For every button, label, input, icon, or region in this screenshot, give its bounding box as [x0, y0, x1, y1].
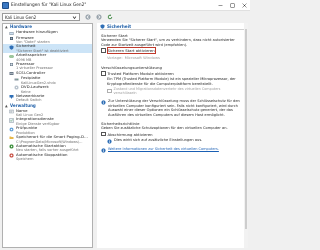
refresh-icon	[107, 14, 112, 20]
refresh-button[interactable]	[105, 13, 114, 21]
shielding-checkbox-row[interactable]: Abschirmung aktivieren	[97, 131, 248, 138]
secure-boot-checkbox-label[interactable]: Sicheren Start aktivieren	[106, 47, 156, 54]
tpm-checkbox[interactable]	[101, 71, 106, 76]
network-adapter-icon	[9, 95, 14, 99]
encryption-warning-text: Zur Unterstützung der Verschlüsselung mu…	[108, 99, 240, 117]
template-value: Microsoft Windows	[124, 55, 161, 60]
tpm-checkbox-row[interactable]: Trusted Platform Module aktivieren	[97, 70, 248, 77]
tpm-checkbox-label[interactable]: Trusted Platform Module aktivieren	[108, 71, 174, 76]
sidebar-item-automatic-stop-action[interactable]: Automatische Stoppaktion Speichern	[3, 152, 92, 162]
shield-icon	[9, 45, 14, 50]
info-icon	[101, 147, 106, 153]
shield-icon	[100, 23, 105, 29]
security-settings-panel: Sicherheit Sicherer Start Verwenden Sie …	[97, 23, 248, 248]
encrypt-traffic-checkbox[interactable]	[107, 88, 112, 94]
window-controls	[214, 0, 250, 11]
info-icon	[107, 138, 112, 144]
start-action-icon	[9, 144, 14, 149]
encryption-warning: Zur Unterstützung der Verschlüsselung mu…	[97, 99, 248, 117]
navigation-buttons	[83, 13, 114, 21]
stop-action-icon	[9, 153, 14, 158]
secure-boot-checkbox-row[interactable]: Sicheren Start aktivieren	[97, 47, 248, 54]
chevron-down-icon	[72, 16, 77, 20]
more-info-link[interactable]: Weitere Informationen zur Sicherheit des…	[108, 147, 219, 151]
shielding-checkbox-label[interactable]: Abschirmung aktivieren	[108, 132, 153, 137]
forward-arrow-icon	[95, 14, 102, 20]
sidebar-item-network-adapter[interactable]: Netzwerkkarte Default Switch	[3, 93, 92, 103]
checkpoint-icon	[9, 127, 14, 132]
security-policy-description: Geben Sie zusätzliche Schutzoptionen für…	[101, 126, 228, 130]
template-label: Vorlage:	[107, 55, 123, 60]
memory-icon	[9, 55, 14, 58]
settings-sidebar: ▲ Hardware Hardware hinzufügen Firmware V…	[2, 23, 93, 248]
close-button[interactable]	[238, 0, 250, 11]
minimize-icon	[218, 5, 222, 6]
panel-scrollbar[interactable]	[244, 23, 248, 248]
scrollbar-thumb[interactable]	[245, 29, 247, 229]
back-arrow-icon	[84, 14, 91, 20]
encrypt-traffic-checkbox-label[interactable]: Zustand und Migrationsdatenverkehr des v…	[114, 87, 245, 95]
dvd-drive-icon	[14, 85, 19, 90]
info-icon	[101, 100, 106, 105]
maximize-icon	[230, 3, 234, 8]
close-icon	[241, 3, 247, 8]
vm-selector-value: Kali Linux Gen2	[5, 14, 37, 20]
shielding-checkbox[interactable]	[101, 131, 106, 137]
tpm-description: Ein TPM (Trusted Platform Module) ist ei…	[107, 77, 236, 86]
more-info-row: Weitere Informationen zur Sicherheit des…	[97, 147, 248, 153]
integration-services-icon	[9, 118, 14, 123]
secure-boot-description: Verwenden Sie "Sicherer Start", um zu ve…	[101, 38, 235, 47]
settings-app-icon	[2, 1, 9, 9]
secure-boot-checkbox[interactable]	[101, 48, 106, 53]
window-title: Einstellungen für "Kali Linux Gen2"	[11, 2, 87, 8]
vm-selector-dropdown[interactable]: Kali Linux Gen2	[2, 13, 80, 21]
minimize-button[interactable]	[214, 0, 226, 11]
template-row: Vorlage: Microsoft Windows	[97, 54, 248, 61]
shielding-note-text: Dies wirkt sich auf zusätzliche Einstell…	[114, 137, 203, 142]
forward-button[interactable]	[94, 13, 103, 21]
folder-icon	[9, 136, 14, 140]
processor-icon	[10, 63, 13, 67]
name-tag-icon	[9, 109, 14, 114]
hard-drive-icon	[14, 78, 19, 81]
firmware-chip-icon	[10, 37, 13, 40]
title-divider	[100, 29, 245, 30]
encrypt-traffic-checkbox-row[interactable]: Zustand und Migrationsdatenverkehr des v…	[97, 86, 248, 96]
title-bar: Einstellungen für "Kali Linux Gen2"	[0, 0, 250, 11]
back-button[interactable]	[83, 13, 92, 21]
maximize-button[interactable]	[226, 0, 238, 11]
